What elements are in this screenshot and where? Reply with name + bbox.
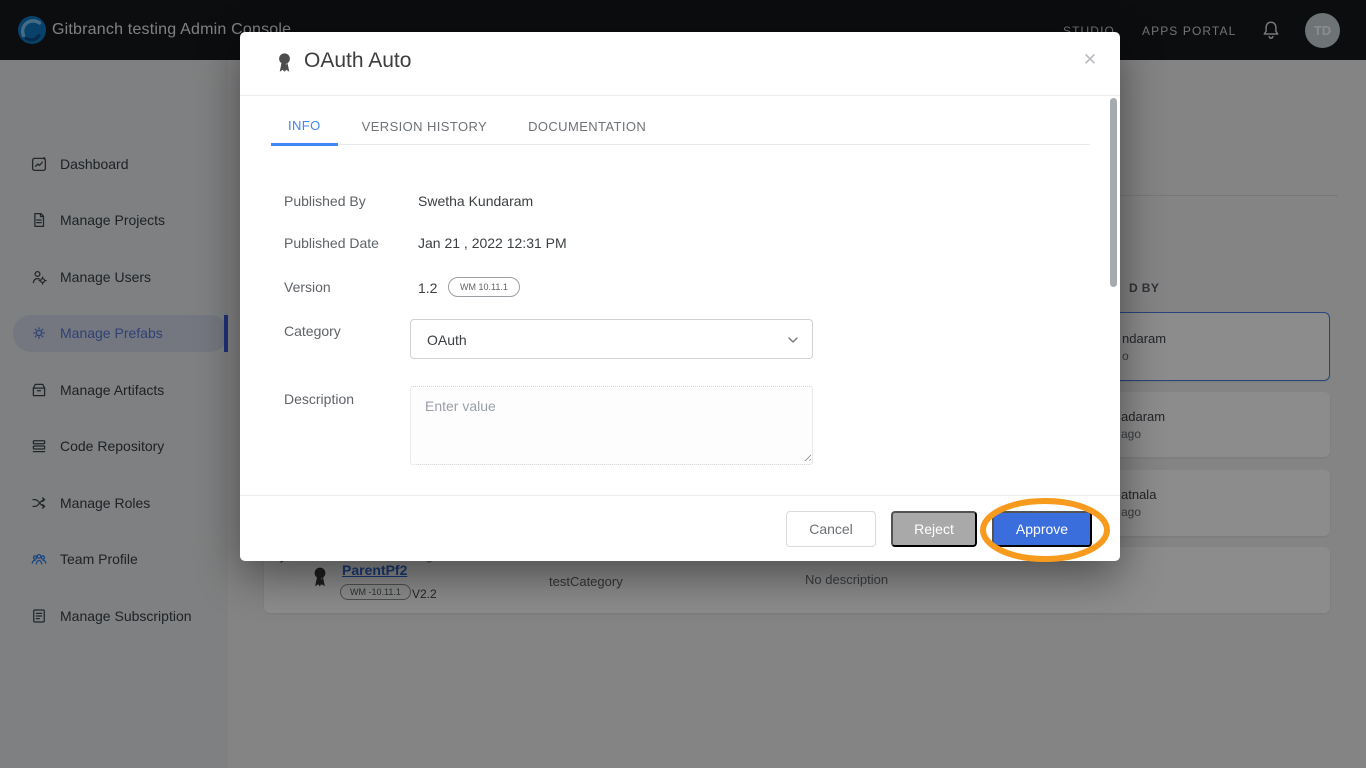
category-label: Category	[284, 323, 341, 339]
published-by-label: Published By	[284, 193, 366, 209]
category-select[interactable]: OAuth	[410, 319, 813, 359]
published-date-value: Jan 21 , 2022 12:31 PM	[418, 235, 567, 251]
modal-footer-divider	[240, 495, 1120, 496]
version-platform-badge: WM 10.11.1	[448, 277, 520, 297]
modal-scrollbar-thumb[interactable]	[1110, 98, 1117, 287]
published-by-value: Swetha Kundaram	[418, 193, 533, 209]
description-label: Description	[284, 391, 354, 407]
prefab-ribbon-icon	[273, 51, 296, 76]
modal-tabs: INFO VERSION HISTORY DOCUMENTATION	[271, 96, 1090, 145]
chevron-down-icon	[785, 332, 801, 348]
tab-documentation[interactable]: DOCUMENTATION	[511, 96, 663, 144]
modal-title: OAuth Auto	[304, 49, 411, 73]
version-label: Version	[284, 279, 331, 295]
cancel-button[interactable]: Cancel	[786, 511, 876, 547]
description-field-wrap	[410, 386, 813, 465]
page: Gitbranch testing Admin Console STUDIO A…	[0, 0, 1366, 768]
tab-version-history[interactable]: VERSION HISTORY	[345, 96, 504, 144]
published-date-label: Published Date	[284, 235, 379, 251]
description-textarea[interactable]	[410, 386, 813, 465]
version-value: 1.2	[418, 280, 437, 296]
prefab-details-modal: OAuth Auto ✕ INFO VERSION HISTORY DOCUME…	[240, 32, 1120, 561]
tab-info[interactable]: INFO	[271, 96, 338, 146]
close-icon[interactable]: ✕	[1076, 46, 1104, 74]
category-selected-value: OAuth	[427, 332, 467, 348]
approve-button[interactable]: Approve	[992, 511, 1092, 547]
reject-button[interactable]: Reject	[891, 511, 977, 547]
